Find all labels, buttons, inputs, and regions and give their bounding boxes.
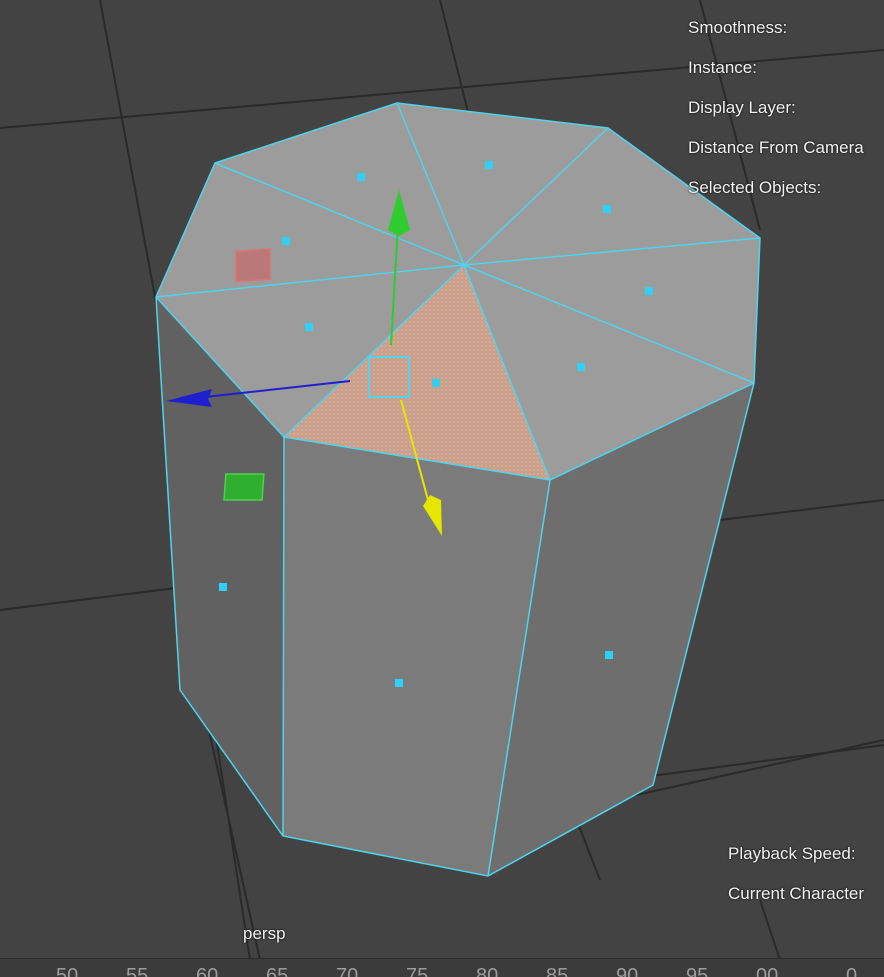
hud-display-layer-label: Display Layer:	[688, 98, 796, 117]
timeline-tick: 70	[336, 965, 359, 977]
hud-smoothness-label: Smoothness:	[688, 18, 788, 37]
camera-name-label: persp	[243, 924, 286, 943]
plane-handle-green[interactable]	[223, 473, 265, 501]
plane-handle-red[interactable]	[235, 248, 271, 283]
timeline-tick: 60	[196, 965, 219, 977]
timeline-tick: 75	[406, 965, 429, 977]
timeline-tick: 0	[846, 965, 858, 977]
hud-instance-label: Instance:	[688, 58, 757, 77]
timeline-tick: 85	[546, 965, 569, 977]
perspective-viewport[interactable]: Smoothness: Instance: Display Layer: Dis…	[0, 0, 884, 960]
timeline-tick: 55	[126, 965, 149, 977]
hud-distance-from-camera-label: Distance From Camera	[688, 138, 864, 157]
time-slider[interactable]: 50 55 60 65 70 75 80 85 90 95 00 0	[0, 958, 884, 977]
timeline-tick: 00	[756, 965, 779, 977]
timeline-tick: 65	[266, 965, 289, 977]
timeline-tick: 80	[476, 965, 499, 977]
hud-selected-objects-label: Selected Objects:	[688, 178, 822, 197]
timeline-tick: 50	[56, 965, 79, 977]
timeline-tick: 90	[616, 965, 639, 977]
hud-playback-speed-label: Playback Speed:	[728, 844, 856, 863]
hud-current-character-label: Current Character	[728, 884, 865, 903]
timeline-tick: 95	[686, 965, 709, 977]
